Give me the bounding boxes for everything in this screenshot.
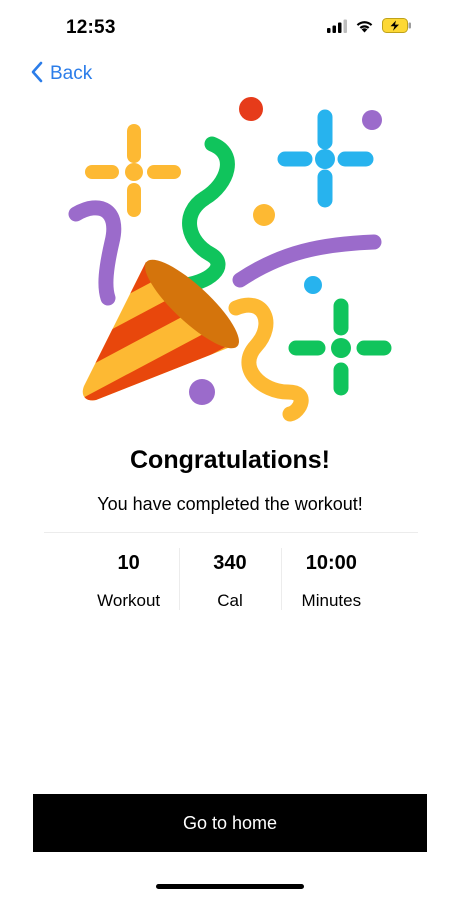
stat-minutes: 10:00 Minutes xyxy=(280,546,382,612)
wifi-icon xyxy=(355,19,374,33)
stat-value: 10 xyxy=(117,552,140,574)
stat-label: Workout xyxy=(97,591,161,610)
back-button[interactable]: Back xyxy=(30,60,92,88)
home-indicator xyxy=(156,884,304,889)
page-title: Congratulations! xyxy=(130,446,330,474)
workout-stats: 10 Workout 340 Cal 10:00 Minutes xyxy=(78,546,382,612)
completion-message: You have completed the workout! xyxy=(97,494,363,514)
stat-label: Cal xyxy=(217,591,243,610)
stat-workout: 10 Workout xyxy=(78,546,179,612)
stat-value: 340 xyxy=(213,552,247,574)
divider xyxy=(44,532,418,533)
back-label: Back xyxy=(50,63,93,84)
stat-cal: 340 Cal xyxy=(179,546,280,612)
go-to-home-button[interactable]: Go to home xyxy=(33,794,427,852)
cellular-signal-icon xyxy=(327,19,347,33)
stat-label: Minutes xyxy=(301,591,362,610)
party-popper-icon xyxy=(60,92,400,432)
status-icons xyxy=(327,18,412,33)
status-bar: 12:53 xyxy=(0,0,460,56)
status-time: 12:53 xyxy=(66,17,116,38)
chevron-left-icon xyxy=(30,61,44,88)
stat-value: 10:00 xyxy=(305,552,357,574)
battery-charging-icon xyxy=(382,18,412,33)
workout-complete-screen: 12:53 Back Congratulations! You have com… xyxy=(0,0,460,900)
